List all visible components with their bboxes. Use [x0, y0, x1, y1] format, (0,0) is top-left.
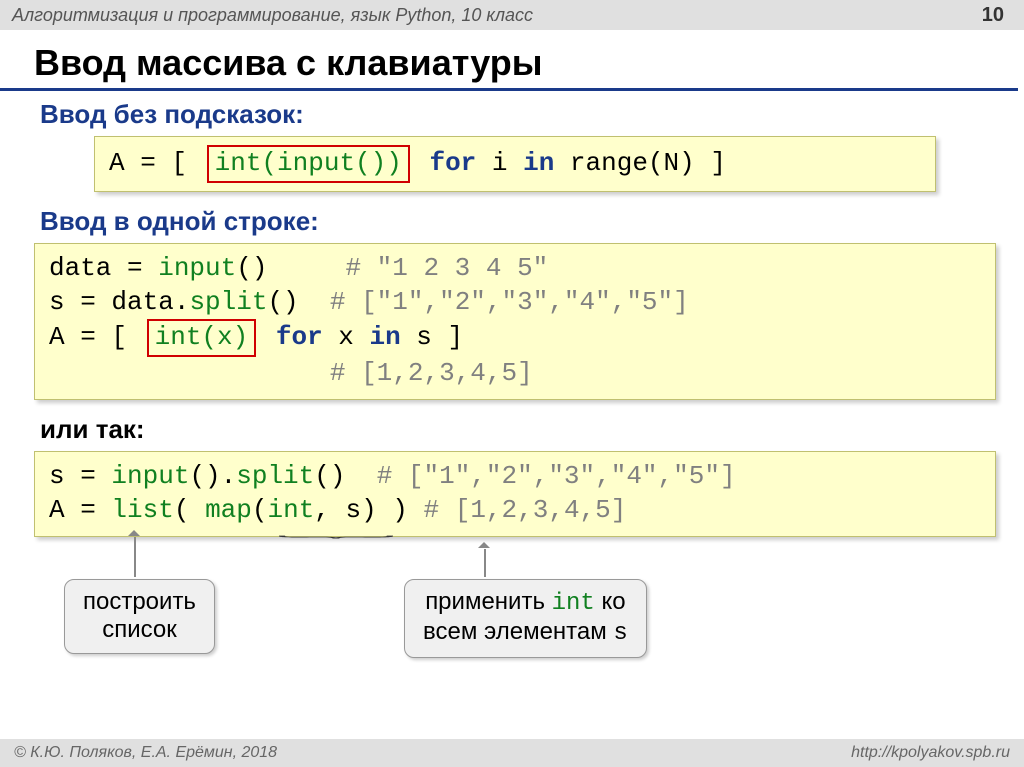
code: , s) ) — [314, 495, 423, 525]
section2-heading: Ввод в одной строке: — [40, 206, 996, 237]
section1-heading: Ввод без подсказок: — [40, 99, 996, 130]
comment: # "1 2 3 4 5" — [345, 253, 548, 283]
function: list — [111, 495, 173, 525]
function: split — [189, 287, 267, 317]
highlighted-code: int(input()) — [215, 148, 402, 178]
slide-header: Алгоритмизация и программирование, язык … — [0, 0, 1024, 30]
function: split — [236, 461, 314, 491]
comment: # ["1","2","3","4","5"] — [330, 287, 689, 317]
footer-url: http://kpolyakov.spb.ru — [851, 744, 1010, 762]
callout-code: s — [613, 620, 627, 647]
keyword-in: in — [523, 148, 554, 178]
code: range(N) ] — [554, 148, 726, 178]
content-area: Ввод без подсказок: A = [ int(input()) f… — [0, 99, 1024, 671]
code: () — [236, 253, 345, 283]
codebox-2: data = input() # "1 2 3 4 5" s = data.sp… — [34, 243, 996, 400]
keyword-in: in — [369, 322, 400, 352]
callout-line: список — [83, 616, 196, 645]
callout-line: построить — [83, 588, 196, 617]
code: A = [ — [109, 148, 187, 178]
code: s = data. — [49, 287, 189, 317]
pointer-line — [484, 549, 486, 577]
callout-build-list: построить список — [64, 579, 215, 655]
callout-text: ко — [595, 588, 626, 615]
code: A = — [49, 495, 111, 525]
code: (). — [189, 461, 236, 491]
code: ( — [174, 495, 205, 525]
comment: # [1,2,3,4,5] — [330, 358, 533, 388]
section3-heading: или так: — [40, 414, 996, 445]
page-number: 10 — [982, 4, 1004, 27]
function: input — [158, 253, 236, 283]
code: s ] — [401, 322, 463, 352]
copyright: © К.Ю. Поляков, Е.А. Ерёмин, 2018 — [14, 744, 277, 762]
callout-apply-int: применить int ко всем элементам s — [404, 579, 647, 659]
callout-text: всем элементам — [423, 618, 613, 645]
code — [49, 358, 330, 388]
code: x — [323, 322, 370, 352]
callouts-area: ︸ построить список применить int ко всем… — [34, 551, 996, 671]
function: int — [267, 495, 314, 525]
codebox-1: A = [ int(input()) for i in range(N) ] — [94, 136, 936, 192]
callout-code: int — [552, 590, 595, 617]
highlighted-code: int(x) — [155, 322, 249, 352]
pointer-line — [134, 537, 136, 577]
callout-text: применить — [425, 588, 551, 615]
function: map — [205, 495, 252, 525]
keyword-for: for — [276, 322, 323, 352]
code: i — [476, 148, 523, 178]
page-title: Ввод массива с клавиатуры — [0, 30, 1018, 91]
comment: # [1,2,3,4,5] — [424, 495, 627, 525]
function: input — [111, 461, 189, 491]
comment: # ["1","2","3","4","5"] — [377, 461, 736, 491]
brace-icon: ︸ — [276, 533, 396, 548]
code: () — [314, 461, 376, 491]
code: A = [ — [49, 322, 127, 352]
code: ( — [252, 495, 268, 525]
slide-footer: © К.Ю. Поляков, Е.А. Ерёмин, 2018 http:/… — [0, 739, 1024, 767]
code: data = — [49, 253, 158, 283]
codebox-3: s = input().split() # ["1","2","3","4","… — [34, 451, 996, 537]
code: s = — [49, 461, 111, 491]
course-title: Алгоритмизация и программирование, язык … — [12, 5, 533, 26]
keyword-for: for — [429, 148, 476, 178]
code: () — [267, 287, 329, 317]
